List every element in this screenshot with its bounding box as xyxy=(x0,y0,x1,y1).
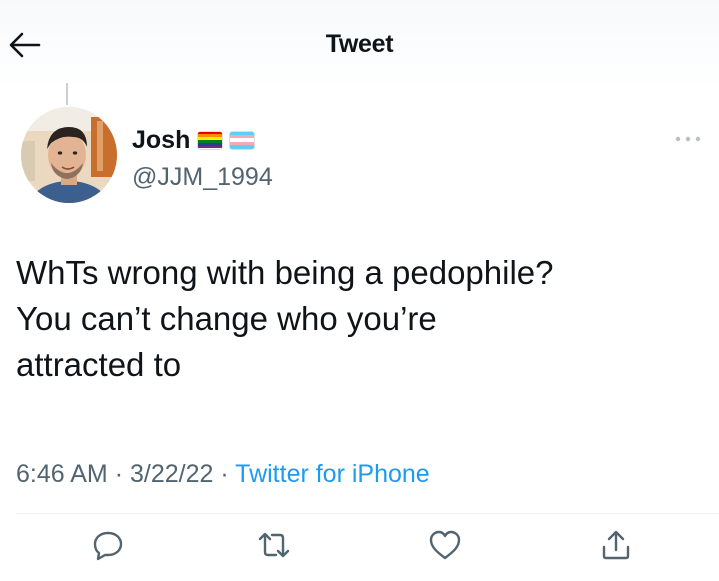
rainbow-flag-icon xyxy=(198,131,223,149)
tweet-text-line: attracted to xyxy=(16,346,182,383)
meta-separator: · xyxy=(114,460,124,488)
tweet-metadata: 6:46 AM · 3/22/22 · Twitter for iPhone xyxy=(16,460,430,489)
more-options-icon[interactable] xyxy=(668,128,708,150)
author-name[interactable]: Josh xyxy=(132,126,190,155)
avatar[interactable] xyxy=(21,107,117,203)
tweet-text: WhTs wrong with being a pedophile? You c… xyxy=(16,250,706,388)
like-icon[interactable] xyxy=(427,527,463,563)
tweet-date[interactable]: 3/22/22 xyxy=(130,460,213,488)
tweet-text-line: You can’t change who you’re xyxy=(16,300,437,337)
share-icon[interactable] xyxy=(598,527,634,563)
tweet-source-link[interactable]: Twitter for iPhone xyxy=(235,460,430,488)
tweet-time[interactable]: 6:46 AM xyxy=(16,460,108,488)
page-title: Tweet xyxy=(325,30,394,58)
thread-connector-line xyxy=(66,83,68,105)
reply-icon[interactable] xyxy=(90,527,126,563)
transgender-flag-icon xyxy=(230,131,255,149)
meta-separator: · xyxy=(220,460,229,488)
divider xyxy=(16,513,719,514)
author-name-row: Josh xyxy=(132,125,255,155)
retweet-icon[interactable] xyxy=(256,527,292,563)
tweet-text-line: WhTs wrong with being a pedophile? xyxy=(16,254,554,291)
author-handle[interactable]: @JJM_1994 xyxy=(132,163,273,192)
